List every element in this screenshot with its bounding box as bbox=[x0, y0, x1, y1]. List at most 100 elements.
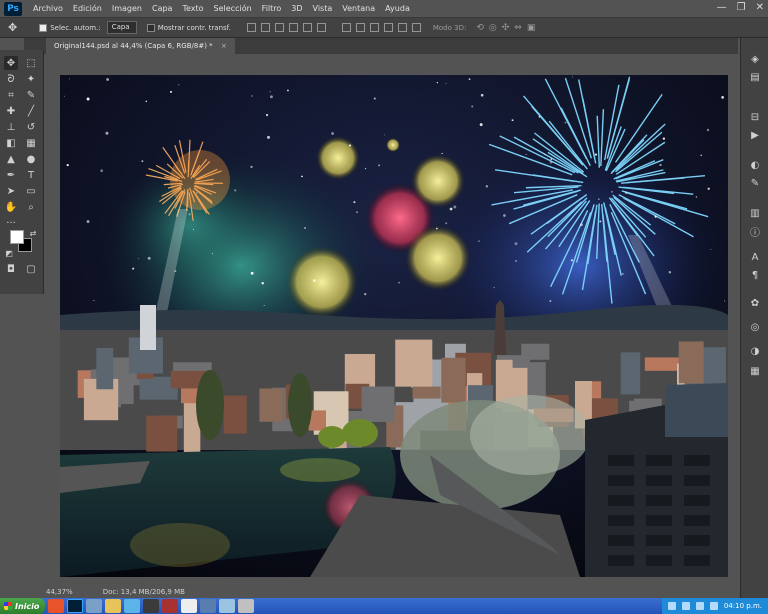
menu-capa[interactable]: Capa bbox=[147, 0, 177, 18]
move-tool-icon[interactable]: ✥ bbox=[4, 56, 18, 70]
distribute-left-icon[interactable] bbox=[383, 23, 393, 32]
crop-tool-icon[interactable]: ⌗ bbox=[4, 88, 18, 102]
taskbar-app-icon-8[interactable] bbox=[238, 599, 255, 613]
channels-panel-icon[interactable]: ▤ bbox=[748, 70, 762, 84]
styles-panel-icon[interactable]: ✎ bbox=[748, 176, 762, 190]
3d-rotate-icon[interactable]: ⟲ bbox=[476, 23, 484, 33]
menu-edicion[interactable]: Edición bbox=[68, 0, 107, 18]
quick-mask-icon[interactable]: ◘ bbox=[4, 262, 18, 276]
restore-button[interactable]: ❐ bbox=[737, 2, 746, 13]
path-selection-tool-icon[interactable]: ➤ bbox=[4, 184, 18, 198]
character-panel-icon[interactable]: A bbox=[748, 250, 762, 264]
eyedropper-tool-icon[interactable]: ✎ bbox=[24, 88, 38, 102]
taskbar-photoshop-icon[interactable] bbox=[67, 599, 84, 613]
document-canvas[interactable] bbox=[60, 75, 728, 577]
rectangle-tool-icon[interactable]: ▭ bbox=[24, 184, 38, 198]
tray-network-icon[interactable] bbox=[709, 602, 718, 610]
move-tool-icon[interactable]: ✥ bbox=[8, 21, 17, 34]
distribute-top-icon[interactable] bbox=[341, 23, 351, 32]
3d-drag-icon[interactable]: ✣ bbox=[502, 23, 510, 33]
type-tool-icon[interactable]: T bbox=[24, 168, 38, 182]
blur-tool-icon[interactable]: ▲ bbox=[4, 152, 18, 166]
screen-mode-icon[interactable]: ▢ bbox=[24, 262, 38, 276]
taskbar-app-icon-3[interactable] bbox=[143, 599, 160, 613]
more-tools-icon[interactable]: ··· bbox=[4, 216, 18, 230]
distribute-bottom-icon[interactable] bbox=[369, 23, 379, 32]
tray-icon-2[interactable] bbox=[681, 602, 690, 610]
lasso-tool-icon[interactable]: ᘐ bbox=[4, 72, 18, 86]
taskbar-app-icon-5[interactable] bbox=[181, 599, 198, 613]
default-colors-icon[interactable]: ◩ bbox=[2, 246, 16, 260]
properties-panel-icon[interactable]: ▥ bbox=[748, 206, 762, 220]
menu-ayuda[interactable]: Ayuda bbox=[380, 0, 415, 18]
actions-panel-icon[interactable]: ▶ bbox=[748, 128, 762, 142]
start-button[interactable]: Inicio bbox=[0, 598, 46, 614]
taskbar-app-icon-1[interactable] bbox=[86, 599, 103, 613]
align-right-icon[interactable] bbox=[316, 23, 326, 32]
menu-vista[interactable]: Vista bbox=[308, 0, 338, 18]
auto-select-target-dropdown[interactable]: Capa bbox=[106, 21, 137, 34]
hand-tool-icon[interactable]: ✋ bbox=[4, 200, 18, 214]
menu-filtro[interactable]: Filtro bbox=[257, 0, 287, 18]
menu-seleccion[interactable]: Selección bbox=[209, 0, 257, 18]
menu-ventana[interactable]: Ventana bbox=[337, 0, 380, 18]
marquee-tool-icon[interactable]: ⬚ bbox=[24, 56, 38, 70]
zoom-tool-icon[interactable]: ⌕ bbox=[24, 200, 38, 214]
align-hcenter-icon[interactable] bbox=[302, 23, 312, 32]
tray-icon-1[interactable] bbox=[667, 602, 676, 610]
auto-select-check-icon[interactable] bbox=[39, 23, 48, 32]
healing-tool-icon[interactable]: ✚ bbox=[4, 104, 18, 118]
magic-wand-tool-icon[interactable]: ✦ bbox=[24, 72, 38, 86]
taskbar-folder-icon[interactable] bbox=[105, 599, 122, 613]
swatches-panel-icon[interactable]: ▦ bbox=[748, 364, 762, 378]
taskbar-brave-icon[interactable] bbox=[48, 599, 65, 613]
dodge-tool-icon[interactable]: ● bbox=[24, 152, 38, 166]
distribute-hcenter-icon[interactable] bbox=[397, 23, 407, 32]
align-left-icon[interactable] bbox=[288, 23, 298, 32]
align-vcenter-icon[interactable] bbox=[260, 23, 270, 32]
paths-panel-icon[interactable]: ◎ bbox=[748, 320, 762, 334]
close-button[interactable]: ✕ bbox=[756, 2, 764, 13]
align-top-icon[interactable] bbox=[246, 23, 256, 32]
stamp-tool-icon[interactable]: ⊥ bbox=[4, 120, 18, 134]
menu-3d[interactable]: 3D bbox=[286, 0, 307, 18]
taskbar-app-icon-7[interactable] bbox=[219, 599, 236, 613]
pen-tool-icon[interactable]: ✒ bbox=[4, 168, 18, 182]
document-tab[interactable]: Original144.psd al 44,4% (Capa 6, RGB/8#… bbox=[46, 38, 235, 54]
3d-scale-icon[interactable]: ▣ bbox=[527, 23, 536, 33]
info-panel-icon[interactable]: ⓘ bbox=[748, 224, 762, 239]
brush-presets-panel-icon[interactable]: ✿ bbox=[748, 296, 762, 310]
swap-colors-icon[interactable]: ⇄ bbox=[26, 226, 40, 240]
distribute-right-icon[interactable] bbox=[411, 23, 421, 32]
color-panel-icon[interactable]: ◑ bbox=[748, 344, 762, 358]
adjustments-panel-icon[interactable]: ◐ bbox=[748, 158, 762, 172]
minimize-button[interactable]: — bbox=[717, 2, 727, 13]
taskbar-app-icon-6[interactable] bbox=[200, 599, 217, 613]
auto-select-checkbox[interactable]: Selec. autom.: bbox=[39, 23, 101, 32]
paragraph-panel-icon[interactable]: ¶ bbox=[748, 268, 762, 282]
3d-roll-icon[interactable]: ◎ bbox=[489, 23, 497, 33]
align-bottom-icon[interactable] bbox=[274, 23, 284, 32]
fireworks-city-image[interactable] bbox=[60, 75, 728, 577]
menu-imagen[interactable]: Imagen bbox=[107, 0, 147, 18]
foreground-color-swatch[interactable] bbox=[10, 230, 24, 244]
show-transform-checkbox[interactable]: Mostrar contr. transf. bbox=[146, 23, 231, 32]
zoom-level[interactable]: 44,37% bbox=[46, 588, 73, 596]
menu-texto[interactable]: Texto bbox=[177, 0, 208, 18]
show-transform-check-icon[interactable] bbox=[146, 23, 155, 32]
document-size-info[interactable]: Doc: 13,4 MB/206,9 MB bbox=[103, 588, 185, 596]
clock[interactable]: 04:10 p.m. bbox=[724, 602, 762, 610]
history-panel-icon[interactable]: ⊟ bbox=[748, 110, 762, 124]
tray-volume-icon[interactable] bbox=[695, 602, 704, 610]
distribute-vcenter-icon[interactable] bbox=[355, 23, 365, 32]
3d-slide-icon[interactable]: ⇔ bbox=[514, 23, 522, 33]
layers-panel-icon[interactable]: ◈ bbox=[748, 52, 762, 66]
eraser-tool-icon[interactable]: ◧ bbox=[4, 136, 18, 150]
taskbar-app-icon-2[interactable] bbox=[124, 599, 141, 613]
history-brush-tool-icon[interactable]: ↺ bbox=[24, 120, 38, 134]
taskbar-app-icon-4[interactable] bbox=[162, 599, 179, 613]
document-tab-close-icon[interactable]: × bbox=[221, 42, 227, 50]
menu-archivo[interactable]: Archivo bbox=[28, 0, 68, 18]
gradient-tool-icon[interactable]: ▦ bbox=[24, 136, 38, 150]
brush-tool-icon[interactable]: ╱ bbox=[24, 104, 38, 118]
